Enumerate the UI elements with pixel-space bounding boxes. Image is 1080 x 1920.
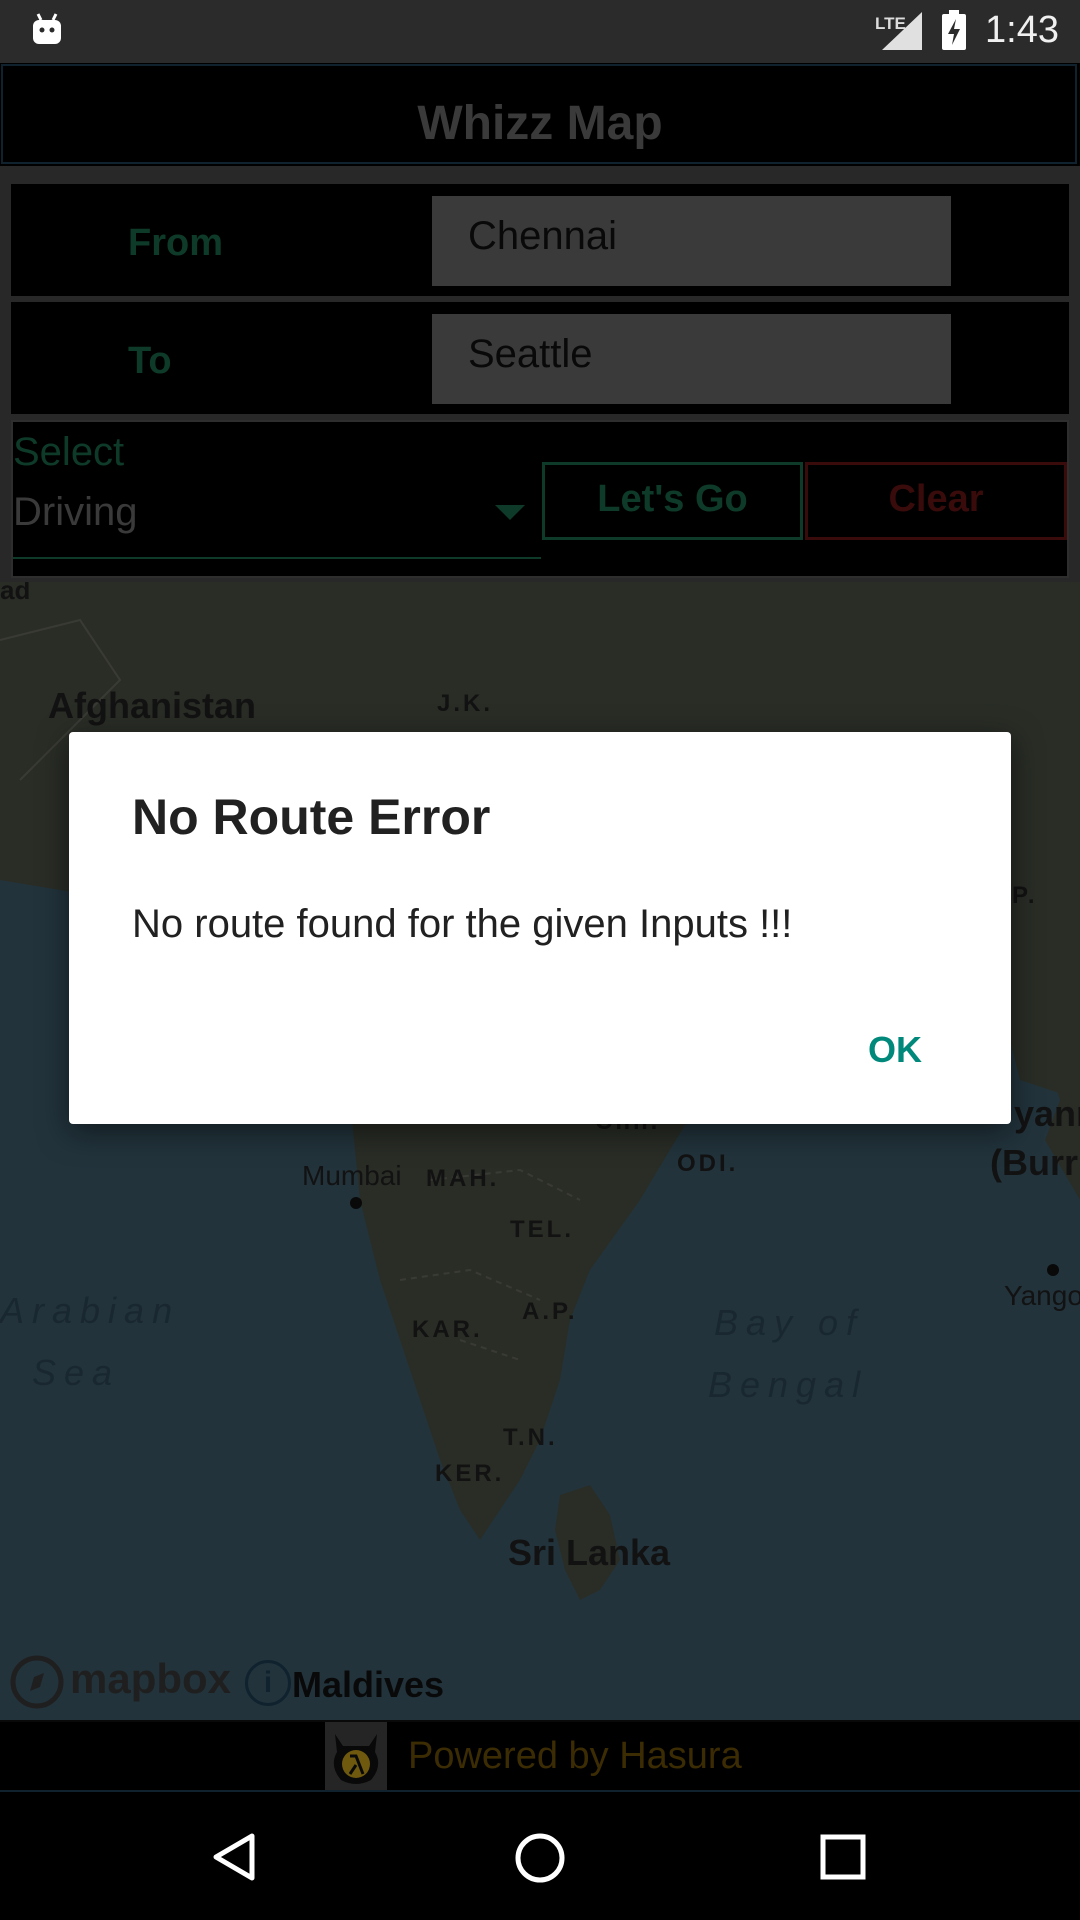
clock: 1:43 (985, 9, 1059, 51)
battery-charging-icon (942, 10, 966, 50)
back-icon[interactable] (212, 1832, 258, 1882)
android-notification-icon (33, 13, 61, 44)
dialog-ok-button[interactable]: OK (850, 1025, 940, 1075)
recents-icon[interactable] (820, 1834, 866, 1880)
dialog-title: No Route Error (132, 789, 491, 845)
dialog-message: No route found for the given Inputs !!! (132, 902, 793, 946)
signal-icon (882, 12, 922, 50)
home-icon[interactable] (514, 1832, 566, 1884)
